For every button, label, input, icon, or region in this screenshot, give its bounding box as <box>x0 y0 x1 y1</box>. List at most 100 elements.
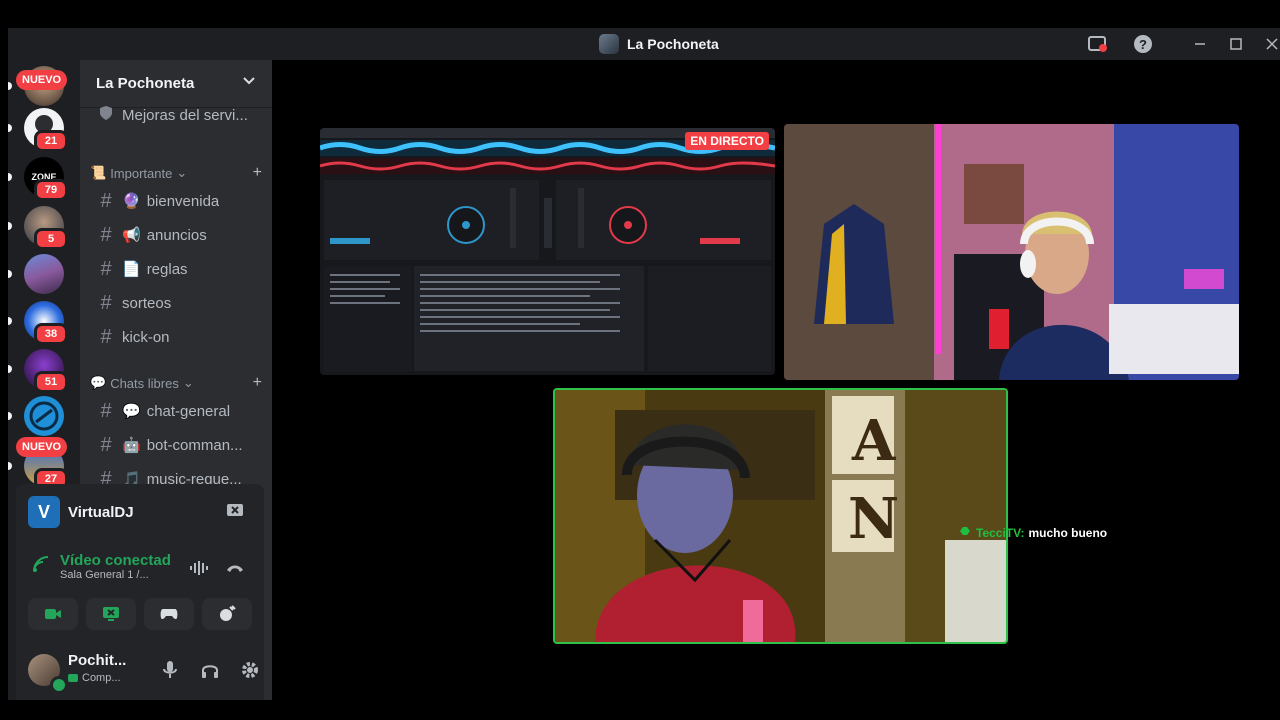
wall-letter: A <box>852 408 896 474</box>
add-channel-icon[interactable]: + <box>253 374 262 392</box>
channel-item[interactable]: # 🔮 bienvenida <box>88 186 264 216</box>
live-badge: EN DIRECTO <box>685 132 769 150</box>
user-status: Comp... <box>68 672 121 684</box>
disconnect-icon[interactable] <box>225 560 245 580</box>
voice-channel[interactable]: Sala General 1 /... <box>60 569 170 581</box>
activities-button[interactable] <box>144 598 194 630</box>
channel-label: bot-comman... <box>146 436 243 454</box>
unread-pip <box>8 222 12 230</box>
channel-label: sorteos <box>122 294 172 312</box>
chevron-down-icon <box>242 74 256 93</box>
microphone-icon[interactable] <box>160 660 180 680</box>
server-icon[interactable] <box>8 254 64 294</box>
activity-row[interactable]: V VirtualDJ <box>28 496 134 528</box>
channel-item[interactable]: # sorteos <box>88 288 264 318</box>
category-label: Chats libres <box>110 375 179 391</box>
voice-status[interactable]: Vídeo conectad <box>60 552 170 569</box>
server-image <box>24 396 64 436</box>
gear-icon[interactable] <box>240 660 260 680</box>
user-panel[interactable]: Pochit... Comp... <box>28 652 258 694</box>
activity-name: VirtualDJ <box>68 503 134 521</box>
hash-icon: # <box>100 223 112 246</box>
server-icon[interactable]: 21 <box>8 108 68 152</box>
server-name: La Pochoneta <box>96 75 195 92</box>
server-icon[interactable]: 5 <box>8 206 68 250</box>
unread-pip <box>8 462 12 470</box>
channel-item[interactable]: # 💬 chat-general <box>88 396 264 426</box>
server-icon[interactable]: 51 <box>8 349 68 393</box>
shield-icon <box>96 104 116 127</box>
channel-emoji: 📢 <box>122 227 141 244</box>
webcam-tile[interactable] <box>784 124 1239 380</box>
headphones-icon[interactable] <box>200 660 220 680</box>
unread-pip <box>8 317 12 325</box>
channel-item[interactable]: # 🤖 bot-comman... <box>88 430 264 460</box>
hash-icon: # <box>100 291 112 314</box>
chat-username: TecciTV: <box>976 525 1025 540</box>
add-channel-icon[interactable]: + <box>253 164 262 182</box>
channel-emoji: 🤖 <box>122 437 141 454</box>
chat-overlay: TecciTV: mucho bueno <box>958 525 1107 540</box>
camera-button[interactable] <box>28 598 78 630</box>
category-label: Importante <box>110 165 173 181</box>
channel-emoji: 💬 <box>122 403 141 420</box>
webcam-tile-speaking[interactable]: A N <box>553 388 1008 644</box>
channel-label: reglas <box>146 260 188 278</box>
user-status-text: Comp... <box>82 672 121 684</box>
close-activity-icon[interactable] <box>225 502 245 522</box>
mention-badge: 5 <box>34 228 68 250</box>
hash-icon: # <box>100 189 112 212</box>
help-icon[interactable]: ? <box>1133 34 1153 54</box>
channel-item[interactable]: Mejoras del servi... <box>88 100 264 130</box>
soundboard-button[interactable] <box>202 598 252 630</box>
inbox-icon[interactable] <box>1087 34 1107 54</box>
channel-label: anuncios <box>146 226 207 244</box>
voice-panel: V VirtualDJ Vídeo conectad Sala General … <box>16 484 264 700</box>
channel-label: bienvenida <box>146 192 220 210</box>
window-title-group: La Pochoneta <box>599 34 719 54</box>
window-title: La Pochoneta <box>627 36 719 52</box>
unread-pip <box>8 365 12 373</box>
minimize-icon[interactable] <box>1190 34 1210 54</box>
title-bar: La Pochoneta ? <box>8 28 1280 60</box>
channel-item[interactable]: # kick-on <box>88 322 264 352</box>
category-header[interactable]: 📜 Importante ⌄ + <box>90 163 262 183</box>
mention-badge: 51 <box>34 371 68 393</box>
virtualdj-screenshare <box>320 128 775 371</box>
speech-bubble-icon: 💬 <box>90 375 107 390</box>
chevron-down-icon: ⌄ <box>182 375 194 390</box>
server-icon[interactable] <box>8 396 64 436</box>
channel-item[interactable]: # 📄 reglas <box>88 254 264 284</box>
stream-stage: EN DIRECTO A N TecciTV: mucho bueno <box>272 60 1280 700</box>
noise-suppression-icon[interactable] <box>189 560 209 580</box>
unread-pip <box>8 173 12 181</box>
category-header[interactable]: 💬 Chats libres ⌄ + <box>90 373 262 393</box>
unread-pip <box>8 82 12 90</box>
screen-share-button[interactable] <box>86 598 136 630</box>
screen-indicator-icon <box>68 674 78 682</box>
screen-share-tile[interactable]: EN DIRECTO <box>320 128 775 375</box>
hash-icon: # <box>100 433 112 456</box>
close-icon[interactable] <box>1262 34 1280 54</box>
maximize-icon[interactable] <box>1226 34 1246 54</box>
new-badge: NUEVO <box>16 437 68 457</box>
virtualdj-logo: V <box>28 496 60 528</box>
server-icon[interactable]: ZONE 79 <box>8 157 68 201</box>
hash-icon: # <box>100 257 112 280</box>
online-status-icon <box>50 676 68 694</box>
signal-icon <box>32 555 50 578</box>
webcam-feed-streamer <box>784 124 1239 380</box>
connection-status: Vídeo conectad Sala General 1 /... <box>32 552 170 581</box>
mention-badge: 38 <box>34 323 68 345</box>
webcam-feed-guest <box>555 390 1006 642</box>
channel-label: Mejoras del servi... <box>122 106 248 124</box>
channel-emoji: 📄 <box>122 261 141 278</box>
server-icon[interactable]: 38 <box>8 301 68 345</box>
hash-icon: # <box>100 399 112 422</box>
unread-pip <box>8 412 12 420</box>
server-avatar-icon <box>599 34 619 54</box>
new-badge: NUEVO <box>16 70 68 90</box>
user-name: Pochit... <box>68 652 127 669</box>
chat-message: mucho bueno <box>1028 525 1108 540</box>
channel-item[interactable]: # 📢 anuncios <box>88 220 264 250</box>
